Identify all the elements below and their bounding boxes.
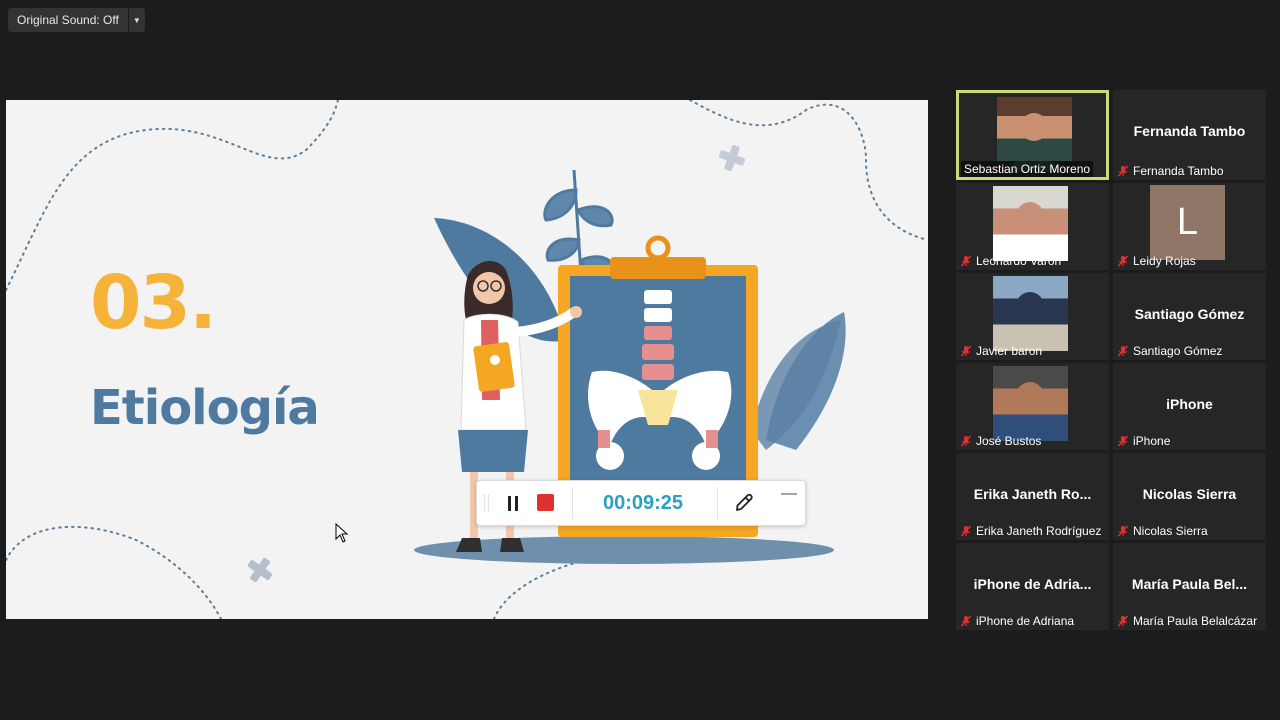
- original-sound-button[interactable]: Original Sound: Off ▼: [8, 8, 145, 32]
- participant-tile[interactable]: Nicolas Sierra Nicolas Sierra: [1113, 453, 1266, 540]
- participant-tile[interactable]: L Leidy Rojas: [1113, 183, 1266, 270]
- participant-display-name: iPhone: [1166, 396, 1213, 412]
- stop-button[interactable]: [537, 494, 554, 511]
- participant-video: [993, 276, 1068, 351]
- participant-tile[interactable]: Fernanda Tambo Fernanda Tambo: [1113, 90, 1266, 180]
- drag-handle[interactable]: [484, 495, 489, 511]
- participant-caption: iPhone de Adriana: [960, 614, 1074, 628]
- participant-name: iPhone de Adriana: [976, 614, 1075, 628]
- annotate-pen-icon[interactable]: [732, 491, 756, 515]
- muted-mic-icon: [1117, 525, 1133, 537]
- muted-mic-icon: [960, 345, 976, 357]
- participant-display-name: Fernanda Tambo: [1133, 123, 1246, 139]
- muted-mic-icon: [1117, 435, 1133, 447]
- shared-screen-slide: 03. Etiología: [6, 100, 928, 619]
- participant-caption: iPhone: [1117, 434, 1170, 448]
- participant-name: Nicolas Sierra: [1133, 524, 1208, 538]
- pause-icon: [508, 495, 511, 511]
- slide-illustration: [6, 100, 928, 619]
- slide-title: Etiología: [90, 380, 320, 436]
- participant-caption: Javier baron: [960, 344, 1042, 358]
- participant-name: Leonardo Varon: [976, 254, 1062, 268]
- participant-tile[interactable]: Santiago Gómez Santiago Gómez: [1113, 273, 1266, 360]
- muted-mic-icon: [1117, 255, 1133, 267]
- participant-display-name: María Paula Bel...: [1131, 576, 1248, 592]
- participant-tile[interactable]: Erika Janeth Ro... Erika Janeth Rodríguez: [956, 453, 1109, 540]
- minimize-button[interactable]: —: [779, 485, 799, 505]
- original-sound-label[interactable]: Original Sound: Off: [8, 8, 128, 32]
- participant-tile[interactable]: Sebastian Ortiz Moreno: [956, 90, 1109, 180]
- divider: [717, 487, 718, 519]
- participant-display-name: Santiago Gómez: [1134, 306, 1245, 322]
- participant-name: Javier baron: [976, 344, 1043, 358]
- participant-tile[interactable]: María Paula Bel... María Paula Belalcázar: [1113, 543, 1266, 630]
- muted-mic-icon: [1117, 345, 1133, 357]
- muted-mic-icon: [960, 435, 976, 447]
- avatar: L: [1150, 185, 1225, 260]
- participant-tile[interactable]: Leonardo Varon: [956, 183, 1109, 270]
- pause-button[interactable]: [503, 493, 523, 513]
- participant-tile[interactable]: Javier baron: [956, 273, 1109, 360]
- participant-tile[interactable]: iPhone iPhone: [1113, 363, 1266, 450]
- muted-mic-icon: [1117, 615, 1133, 627]
- participant-display-name: Nicolas Sierra: [1142, 486, 1237, 502]
- participant-video: [993, 366, 1068, 441]
- participant-video: [997, 97, 1072, 172]
- participant-name: Erika Janeth Rodríguez: [976, 524, 1102, 538]
- participant-tile[interactable]: José Bustos: [956, 363, 1109, 450]
- participant-tile[interactable]: iPhone de Adria... iPhone de Adriana: [956, 543, 1109, 630]
- participant-caption: Erika Janeth Rodríguez: [960, 524, 1101, 538]
- muted-mic-icon: [960, 615, 976, 627]
- participant-caption: Leidy Rojas: [1117, 254, 1196, 268]
- chevron-down-icon[interactable]: ▼: [127, 8, 145, 32]
- participant-caption: Sebastian Ortiz Moreno: [961, 161, 1094, 177]
- participant-caption: Fernanda Tambo: [1117, 164, 1224, 178]
- mouse-cursor-icon: [335, 523, 349, 543]
- participant-name: Sebastian Ortiz Moreno: [961, 161, 1094, 177]
- recording-timer: 00:09:25: [602, 492, 684, 514]
- participant-caption: José Bustos: [960, 434, 1041, 448]
- participant-display-name: iPhone de Adria...: [973, 576, 1092, 592]
- slide-number: 03.: [90, 260, 217, 346]
- recording-toolbar: 00:09:25 —: [476, 480, 806, 526]
- muted-mic-icon: [960, 255, 976, 267]
- participant-name: Leidy Rojas: [1133, 254, 1196, 268]
- participant-caption: Santiago Gómez: [1117, 344, 1222, 358]
- participant-name: Fernanda Tambo: [1133, 164, 1224, 178]
- participant-name: iPhone: [1133, 434, 1171, 448]
- muted-mic-icon: [960, 525, 976, 537]
- participant-name: María Paula Belalcázar: [1133, 614, 1258, 628]
- participant-name: José Bustos: [976, 434, 1042, 448]
- participant-video: [993, 186, 1068, 261]
- participant-display-name: Erika Janeth Ro...: [973, 486, 1092, 502]
- participant-caption: Leonardo Varon: [960, 254, 1061, 268]
- participant-name: Santiago Gómez: [1133, 344, 1223, 358]
- muted-mic-icon: [1117, 165, 1133, 177]
- participant-caption: María Paula Belalcázar: [1117, 614, 1257, 628]
- participant-caption: Nicolas Sierra: [1117, 524, 1208, 538]
